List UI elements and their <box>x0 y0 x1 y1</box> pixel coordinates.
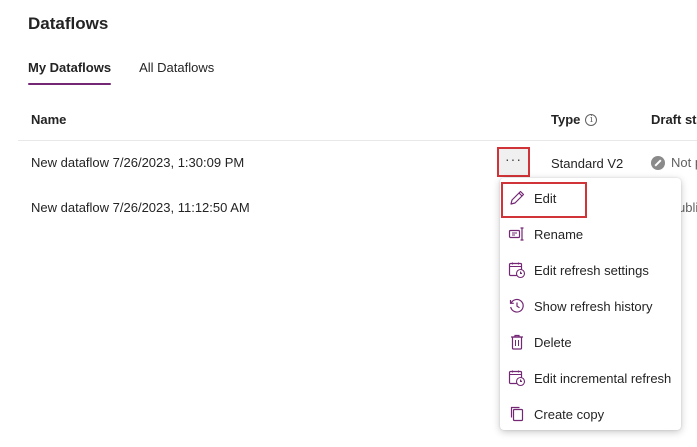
more-options-button[interactable]: ··· <box>497 147 530 177</box>
context-menu: Edit Rename Edit refresh settings Show r… <box>500 178 681 430</box>
column-header-draft-status[interactable]: Draft sta <box>651 112 697 127</box>
menu-item-edit-incremental-refresh[interactable]: Edit incremental refresh <box>500 360 681 396</box>
tab-my-dataflows[interactable]: My Dataflows <box>28 58 112 85</box>
tab-all-dataflows[interactable]: All Dataflows <box>139 58 214 85</box>
menu-item-create-copy[interactable]: Create copy <box>500 396 681 432</box>
pencil-icon <box>510 190 525 205</box>
info-icon[interactable]: i <box>585 113 598 126</box>
tab-bar: My Dataflows All Dataflows <box>28 58 242 85</box>
menu-item-rename[interactable]: Rename <box>500 216 681 252</box>
rename-icon <box>508 227 524 241</box>
menu-item-show-refresh-history[interactable]: Show refresh history <box>500 288 681 324</box>
column-header-type[interactable]: Type i <box>551 112 598 127</box>
column-header-name[interactable]: Name <box>31 112 66 127</box>
table-row-name[interactable]: New dataflow 7/26/2023, 11:12:50 AM <box>31 200 250 215</box>
calendar-clock-icon <box>508 262 526 279</box>
menu-item-delete[interactable]: Delete <box>500 324 681 360</box>
page-title: Dataflows <box>28 14 109 33</box>
header-divider <box>18 140 697 141</box>
not-published-icon <box>651 155 665 170</box>
menu-item-edit-refresh-settings[interactable]: Edit refresh settings <box>500 252 681 288</box>
table-row-type: Standard V2 <box>551 156 624 171</box>
calendar-clock-icon <box>508 370 526 387</box>
trash-icon <box>511 334 523 350</box>
table-row-name[interactable]: New dataflow 7/26/2023, 1:30:09 PM <box>31 155 244 170</box>
table-row-draft-status: Not p <box>651 155 697 170</box>
history-icon <box>509 298 524 313</box>
menu-item-edit[interactable]: Edit <box>500 180 681 218</box>
ellipsis-icon: ··· <box>505 151 522 167</box>
copy-icon <box>510 406 524 422</box>
